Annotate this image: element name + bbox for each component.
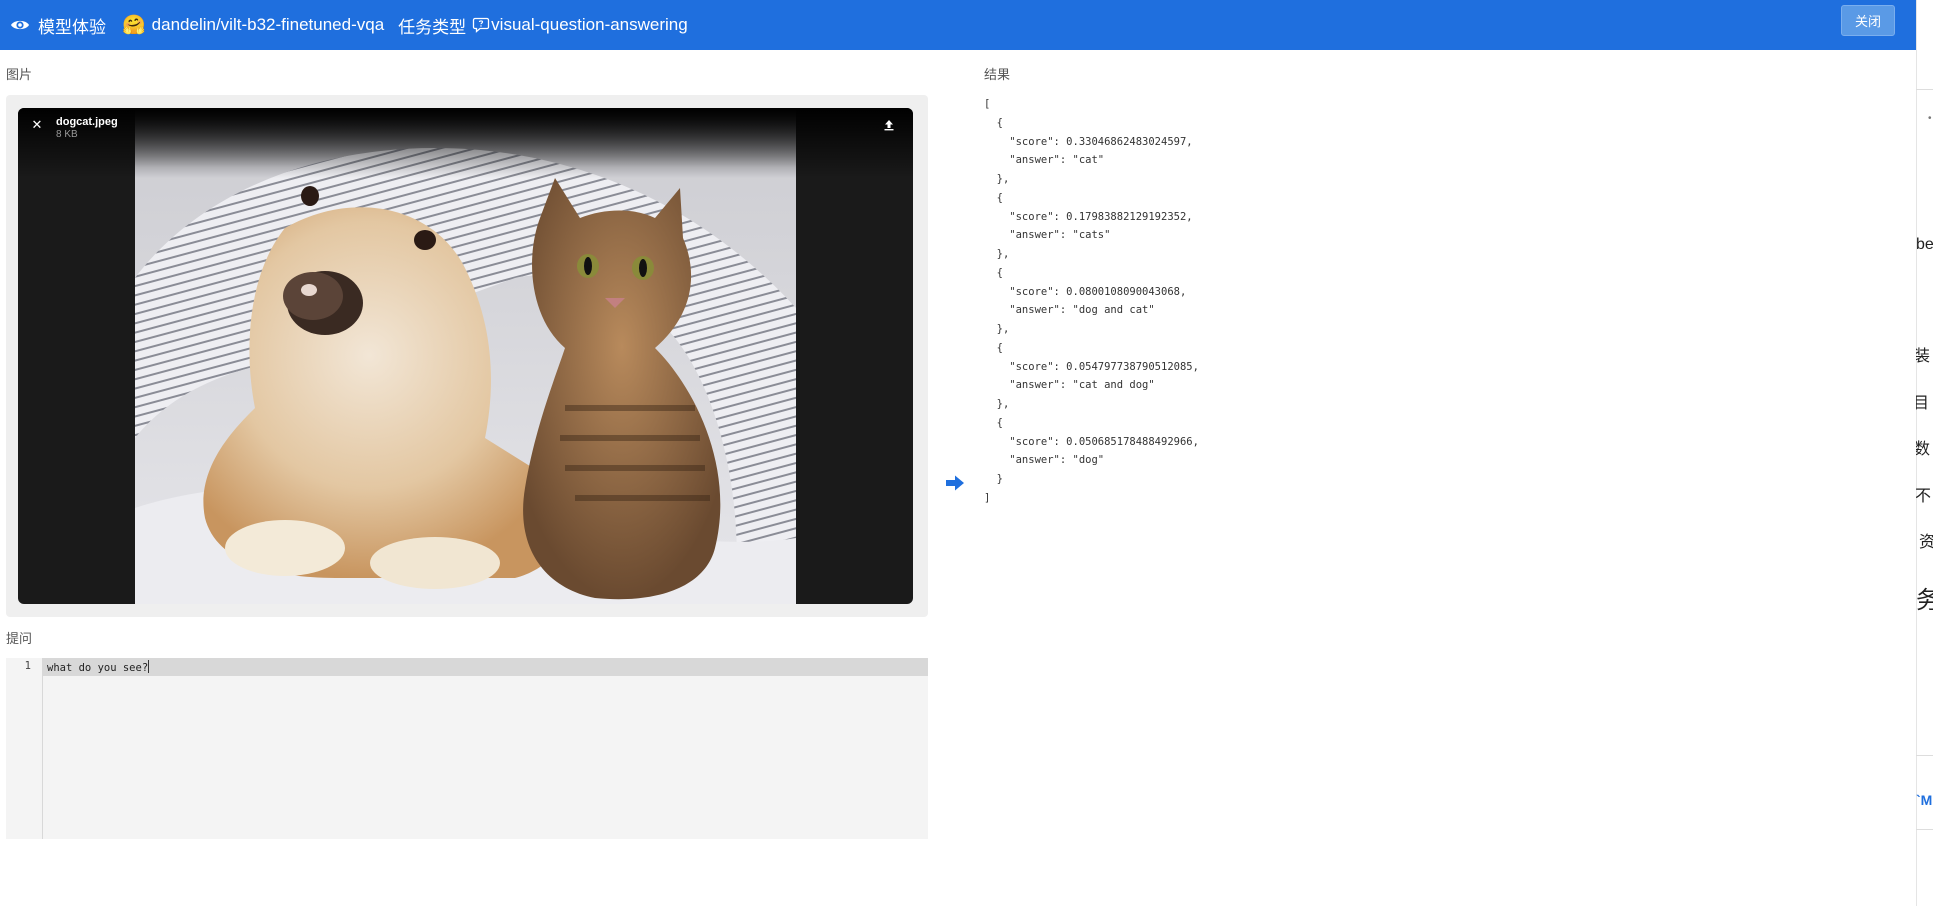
cutoff-text-3: 目 — [1916, 395, 1930, 412]
partial-glyph: • — [1928, 113, 1932, 124]
remove-image-icon[interactable]: ✕ — [30, 117, 44, 132]
chat-question-icon — [472, 16, 490, 34]
line-number: 1 — [24, 660, 31, 672]
uploaded-photo — [135, 108, 796, 604]
cutoff-text-4: 数 — [1916, 441, 1931, 458]
question-input-text[interactable]: what do you see? — [47, 660, 150, 674]
question-section-label: 提问 — [6, 631, 33, 646]
divider — [1916, 829, 1933, 830]
question-editor[interactable]: 1 what do you see? — [6, 658, 928, 839]
right-overflow-panel: • be 装 目 数 不 资 务 `M — [1916, 0, 1933, 906]
question-text: what do you see? — [47, 662, 149, 674]
eye-icon — [10, 15, 30, 35]
result-section-label: 结果 — [984, 67, 1011, 82]
text-cursor — [148, 660, 150, 673]
cutoff-text-5: 不 — [1916, 488, 1932, 505]
cutoff-link[interactable]: `M — [1916, 792, 1932, 808]
header-bar: 模型体验 🤗 dandelin/vilt-b32-finetuned-vqa 任… — [0, 0, 1916, 50]
preview-header-shade — [18, 108, 913, 178]
file-size: 8 KB — [56, 129, 78, 140]
task-type-label: 任务类型 — [398, 17, 467, 37]
divider — [1916, 89, 1933, 90]
image-section-label: 图片 — [6, 67, 33, 82]
arrow-right-icon — [945, 473, 965, 493]
hugging-face-icon: 🤗 — [122, 15, 146, 36]
cutoff-text-2: 装 — [1916, 348, 1931, 365]
close-button[interactable]: 关闭 — [1841, 5, 1895, 36]
divider — [1916, 755, 1933, 756]
line-number-gutter — [6, 658, 43, 839]
upload-icon[interactable] — [882, 118, 896, 132]
cutoff-heading: 务 — [1916, 587, 1933, 614]
file-name: dogcat.jpeg — [56, 116, 118, 128]
cutoff-text-6: 资 — [1919, 534, 1933, 551]
image-preview: ✕ dogcat.jpeg 8 KB — [18, 108, 913, 604]
image-upload-panel[interactable]: ✕ dogcat.jpeg 8 KB — [6, 95, 928, 617]
cutoff-text-1: be — [1916, 236, 1933, 253]
result-json-output: [ { "score": 0.33046862483024597, "answe… — [984, 98, 1199, 504]
model-name: dandelin/vilt-b32-finetuned-vqa — [151, 15, 385, 34]
page-title: 模型体验 — [38, 17, 106, 37]
task-type-value: visual-question-answering — [491, 15, 688, 34]
